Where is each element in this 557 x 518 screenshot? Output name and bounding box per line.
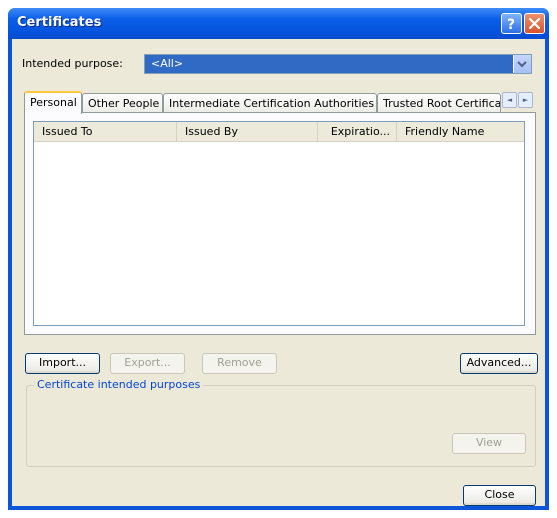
dropdown-arrow-button[interactable]	[513, 55, 531, 73]
tab-label: Trusted Root Certification	[383, 97, 501, 110]
dialog-body: Intended purpose: <All> Personal Other P…	[12, 39, 545, 506]
intended-purpose-label: Intended purpose:	[22, 57, 123, 70]
advanced-button[interactable]: Advanced...	[460, 353, 538, 374]
tab-panel: Issued To Issued By Expiratio... Friendl…	[24, 112, 536, 335]
certificates-dialog: Certificates ? Intended purpose: <All> P…	[8, 8, 549, 510]
tab-personal[interactable]: Personal	[24, 91, 82, 114]
tab-scroll-left-button[interactable]: ◄	[502, 92, 517, 108]
tab-scroll-right-button[interactable]: ►	[518, 92, 533, 108]
tab-scroll-buttons: ◄ ►	[502, 92, 534, 109]
intended-purposes-group	[26, 385, 536, 467]
column-header-issued-to[interactable]: Issued To	[34, 122, 177, 141]
title-bar[interactable]: Certificates ?	[8, 8, 549, 39]
tab-trusted-root-certification[interactable]: Trusted Root Certification	[377, 93, 501, 113]
help-icon: ?	[507, 17, 515, 33]
column-header-issued-by[interactable]: Issued By	[177, 122, 318, 141]
help-button[interactable]: ?	[501, 13, 522, 34]
chevron-down-icon	[517, 61, 527, 68]
column-header-friendly-name[interactable]: Friendly Name	[397, 122, 524, 141]
intended-purpose-dropdown[interactable]: <All>	[144, 54, 532, 74]
certificate-list[interactable]: Issued To Issued By Expiratio... Friendl…	[33, 121, 525, 326]
export-button[interactable]: Export...	[110, 353, 185, 374]
tab-label: Personal	[30, 96, 77, 109]
tab-other-people[interactable]: Other People	[82, 93, 163, 113]
tab-label: Other People	[88, 97, 160, 110]
remove-button[interactable]: Remove	[202, 353, 277, 374]
close-icon	[528, 17, 541, 30]
import-button[interactable]: Import...	[25, 353, 100, 374]
tab-intermediate-certification-authorities[interactable]: Intermediate Certification Authorities	[163, 93, 377, 113]
help-glyph: ?	[507, 17, 515, 33]
list-header: Issued To Issued By Expiratio... Friendl…	[34, 122, 524, 142]
close-window-button[interactable]	[524, 13, 545, 34]
window-title: Certificates	[17, 15, 102, 30]
tab-label: Intermediate Certification Authorities	[169, 97, 375, 110]
intended-purpose-value: <All>	[151, 57, 184, 70]
certificate-store-tabs: Personal Other People Intermediate Certi…	[24, 91, 534, 114]
close-button[interactable]: Close	[463, 485, 536, 506]
view-button[interactable]: View	[452, 433, 526, 454]
column-header-expiration[interactable]: Expiratio...	[318, 122, 397, 141]
intended-purposes-group-title: Certificate intended purposes	[34, 378, 204, 391]
